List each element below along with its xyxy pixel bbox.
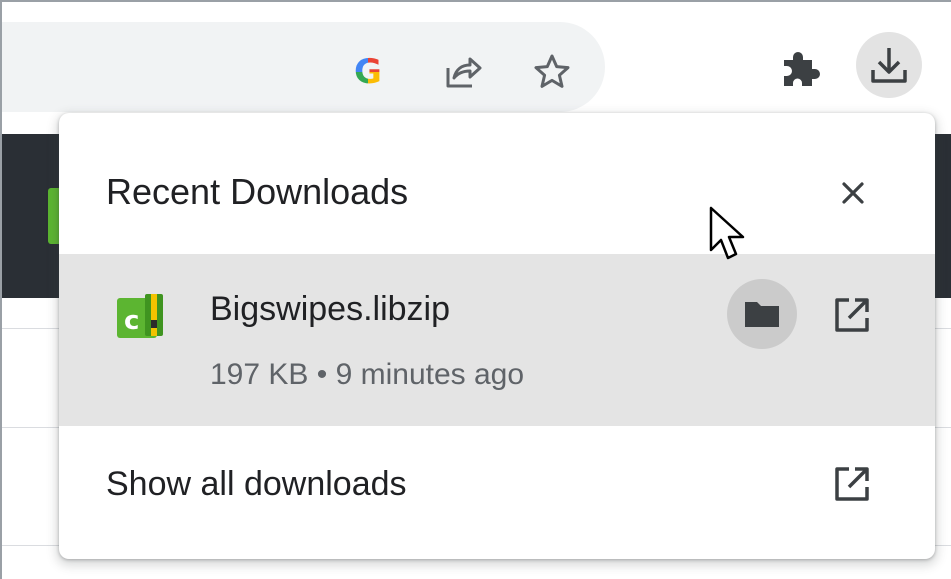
show-in-folder-button[interactable] [727,279,797,349]
mouse-cursor-icon [709,206,745,260]
browser-window: G Recent Downloads c Bigswipes.libzip 19… [0,0,951,579]
libzip-file-icon: c [117,294,163,338]
file-icon-glyph: c [124,306,139,336]
close-button[interactable] [831,171,875,215]
share-icon[interactable] [440,50,484,94]
folder-icon [745,302,779,327]
open-file-button[interactable] [827,290,877,340]
open-external-icon [835,298,869,332]
downloads-bubble: Recent Downloads c Bigswipes.libzip 197 … [59,113,935,559]
star-icon-glyph [534,54,570,88]
download-file-meta: 197 KB • 9 minutes ago [210,358,525,391]
show-all-downloads-link[interactable]: Show all downloads [106,462,407,506]
download-item[interactable]: c Bigswipes.libzip 197 KB • 9 minutes ag… [59,254,935,426]
address-bar[interactable] [2,22,605,112]
extensions-button[interactable] [772,40,828,96]
download-file-name: Bigswipes.libzip [210,290,450,328]
share-icon-glyph [446,57,482,88]
open-external-icon [835,467,869,501]
download-icon [871,48,907,83]
star-icon[interactable] [530,50,574,94]
close-icon [842,182,864,204]
google-g-icon[interactable]: G [346,50,390,94]
puzzle-icon [784,52,820,86]
show-all-downloads-button[interactable] [827,459,877,509]
downloads-button[interactable] [856,32,922,98]
popup-title: Recent Downloads [106,171,409,212]
